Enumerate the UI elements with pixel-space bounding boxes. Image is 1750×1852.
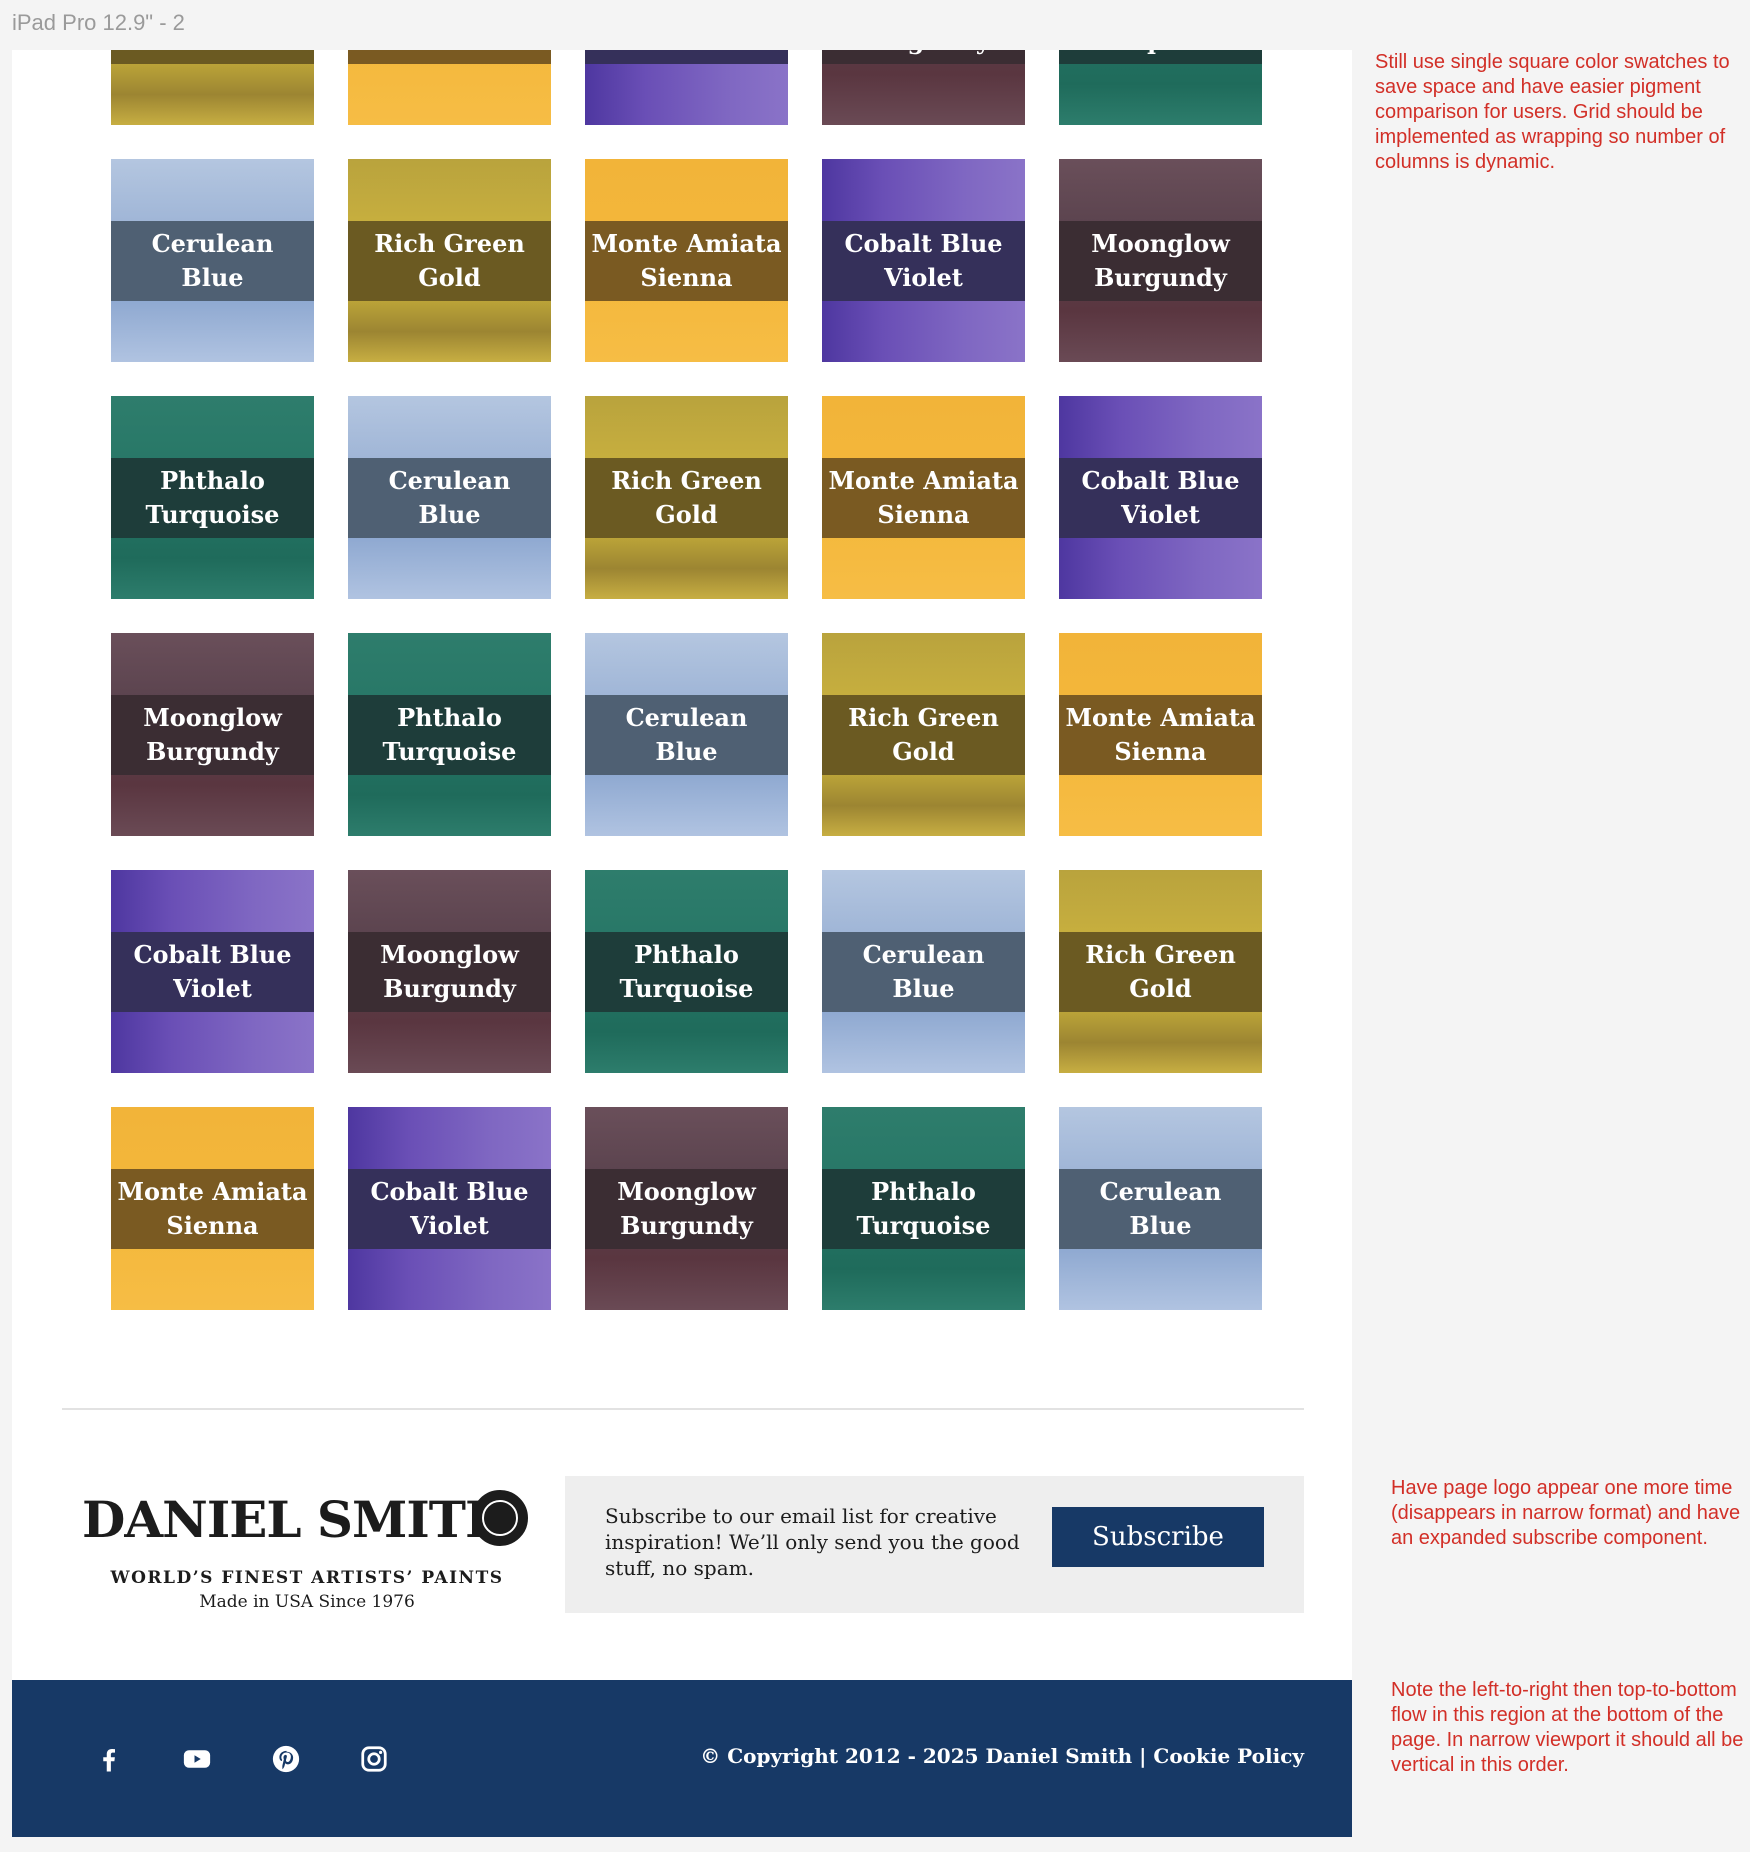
swatch-label: Rich Green Gold (822, 695, 1025, 775)
swatch-grid: Rich Green Gold Monte Amiata Sienna Cobalt… (111, 50, 1276, 1310)
color-swatch[interactable]: Moonglow Burgundy (822, 50, 1025, 125)
swatch-label: Monte Amiata Sienna (111, 1169, 314, 1249)
color-swatch[interactable]: Cerulean Blue (585, 633, 788, 836)
swatch-label: Cobalt Blue Violet (111, 932, 314, 1012)
color-swatch[interactable]: Rich Green Gold (348, 159, 551, 362)
color-swatch[interactable]: Rich Green Gold (1059, 870, 1262, 1073)
color-swatch[interactable]: Moonglow Burgundy (585, 1107, 788, 1310)
swatch-label: Cerulean Blue (111, 221, 314, 301)
page-artboard: Rich Green Gold Monte Amiata Sienna Cobalt… (12, 50, 1352, 1837)
youtube-icon[interactable] (180, 1742, 214, 1776)
color-swatch[interactable]: Cobalt Blue Violet (585, 50, 788, 125)
instagram-icon[interactable] (357, 1742, 391, 1776)
swatch-label: Phthalo Turquoise (585, 932, 788, 1012)
logo-tagline: WORLD’S FINEST ARTISTS’ PAINTS (110, 1568, 504, 1588)
color-swatch[interactable]: Moonglow Burgundy (348, 870, 551, 1073)
annotation-logo: Have page logo appear one more time (dis… (1391, 1477, 1741, 1549)
logo-seal-icon (472, 1490, 528, 1546)
swatch-label: Moonglow Burgundy (822, 50, 1025, 64)
color-swatch[interactable]: Cerulean Blue (111, 159, 314, 362)
color-swatch[interactable]: Moonglow Burgundy (111, 633, 314, 836)
swatch-label: Phthalo Turquoise (822, 1169, 1025, 1249)
swatch-label: Cerulean Blue (348, 458, 551, 538)
copyright-text: © Copyright 2012 - 2025 Daniel Smith | C… (700, 1744, 1304, 1768)
color-swatch[interactable]: Rich Green Gold (111, 50, 314, 125)
logo-wordmark: DANIEL SMITH (82, 1490, 512, 1549)
artboard-label: iPad Pro 12.9" - 2 (12, 10, 185, 35)
swatch-label: Cerulean Blue (585, 695, 788, 775)
color-swatch[interactable]: Rich Green Gold (822, 633, 1025, 836)
color-swatch[interactable]: Phthalo Turquoise (348, 633, 551, 836)
color-swatch[interactable]: Cobalt Blue Violet (111, 870, 314, 1073)
swatch-label: Cobalt Blue Violet (348, 1169, 551, 1249)
swatch-label: Rich Green Gold (585, 458, 788, 538)
subscribe-text: Subscribe to our email list for creative… (605, 1504, 1020, 1580)
swatch-label: Rich Green Gold (111, 50, 314, 64)
daniel-smith-logo[interactable]: DANIEL SMITH WORLD’S FINEST ARTISTS’ PAI… (82, 1490, 532, 1620)
color-swatch[interactable]: Cerulean Blue (822, 870, 1025, 1073)
color-swatch[interactable]: Cobalt Blue Violet (822, 159, 1025, 362)
swatch-label: Phthalo Turquoise (1059, 50, 1262, 64)
swatch-label: Phthalo Turquoise (348, 695, 551, 775)
color-swatch[interactable]: Phthalo Turquoise (1059, 50, 1262, 125)
swatch-label: Monte Amiata Sienna (822, 458, 1025, 538)
swatch-label: Rich Green Gold (348, 221, 551, 301)
color-swatch[interactable]: Phthalo Turquoise (822, 1107, 1025, 1310)
swatch-label: Moonglow Burgundy (1059, 221, 1262, 301)
color-swatch[interactable]: Phthalo Turquoise (111, 396, 314, 599)
subscribe-button[interactable]: Subscribe (1052, 1507, 1264, 1567)
color-swatch[interactable]: Monte Amiata Sienna (1059, 633, 1262, 836)
swatch-label: Cerulean Blue (1059, 1169, 1262, 1249)
color-swatch[interactable]: Cerulean Blue (1059, 1107, 1262, 1310)
color-swatch[interactable]: Monte Amiata Sienna (822, 396, 1025, 599)
color-swatch[interactable]: Moonglow Burgundy (1059, 159, 1262, 362)
swatch-label: Cobalt Blue Violet (585, 50, 788, 64)
swatch-label: Phthalo Turquoise (111, 458, 314, 538)
color-swatch[interactable]: Rich Green Gold (585, 396, 788, 599)
annotation-grid: Still use single square color swatches t… (1375, 51, 1730, 173)
swatch-label: Cobalt Blue Violet (1059, 458, 1262, 538)
color-swatch[interactable]: Cobalt Blue Violet (348, 1107, 551, 1310)
color-swatch[interactable]: Monte Amiata Sienna (348, 50, 551, 125)
swatch-label: Monte Amiata Sienna (1059, 695, 1262, 775)
color-swatch[interactable]: Cerulean Blue (348, 396, 551, 599)
swatch-label: Moonglow Burgundy (111, 695, 314, 775)
swatch-label: Cerulean Blue (822, 932, 1025, 1012)
swatch-label: Monte Amiata Sienna (348, 50, 551, 64)
color-swatch[interactable]: Monte Amiata Sienna (111, 1107, 314, 1310)
swatch-label: Cobalt Blue Violet (822, 221, 1025, 301)
annotation-footer: Note the left-to-right then top-to-botto… (1391, 1679, 1744, 1776)
swatch-label: Moonglow Burgundy (348, 932, 551, 1012)
logo-made-in-usa: Made in USA Since 1976 (199, 1592, 415, 1612)
swatch-label: Monte Amiata Sienna (585, 221, 788, 301)
subscribe-component: Subscribe to our email list for creative… (565, 1476, 1304, 1613)
color-swatch[interactable]: Cobalt Blue Violet (1059, 396, 1262, 599)
site-footer: © Copyright 2012 - 2025 Daniel Smith | C… (12, 1680, 1352, 1837)
facebook-icon[interactable] (92, 1742, 126, 1776)
section-divider (62, 1408, 1304, 1410)
color-swatch[interactable]: Phthalo Turquoise (585, 870, 788, 1073)
swatch-label: Moonglow Burgundy (585, 1169, 788, 1249)
color-swatch[interactable]: Monte Amiata Sienna (585, 159, 788, 362)
pinterest-icon[interactable] (269, 1742, 303, 1776)
swatch-label: Rich Green Gold (1059, 932, 1262, 1012)
